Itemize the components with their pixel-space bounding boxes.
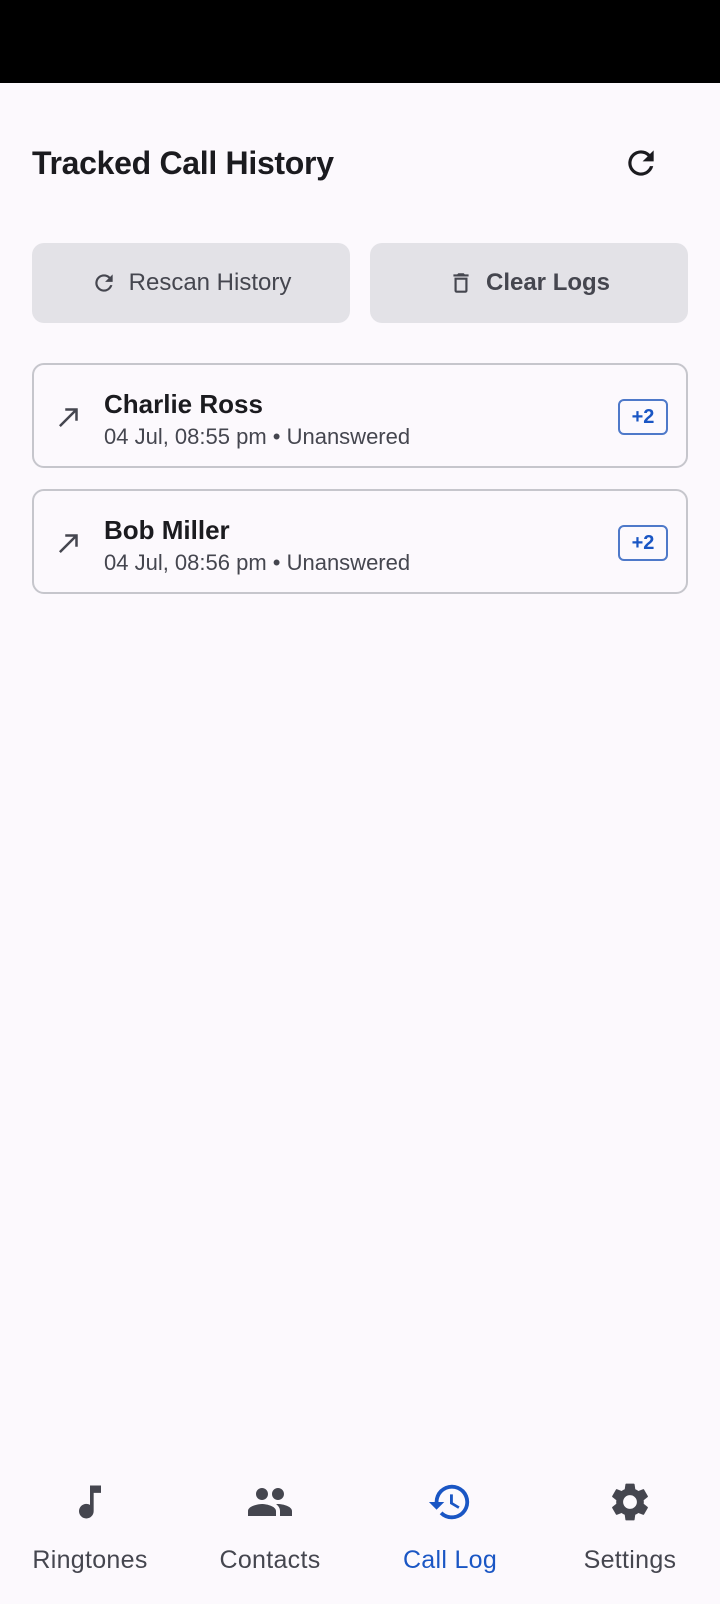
contact-name: Bob Miller bbox=[104, 515, 230, 545]
nav-label-ringtones: Ringtones bbox=[32, 1546, 148, 1574]
nav-item-call-log[interactable]: Call Log bbox=[360, 1450, 540, 1604]
clear-logs-button[interactable]: Clear Logs bbox=[370, 243, 688, 323]
call-list-item[interactable]: Bob Miller 04 Jul, 08:56 pm • Unanswered… bbox=[32, 489, 688, 594]
refresh-button[interactable] bbox=[616, 138, 666, 188]
history-icon bbox=[426, 1478, 474, 1526]
bottom-navigation: Ringtones Contacts Call Log Settings bbox=[0, 1450, 720, 1604]
page-title: Tracked Call History bbox=[32, 145, 334, 181]
contact-name: Charlie Ross bbox=[104, 389, 263, 419]
nav-item-contacts[interactable]: Contacts bbox=[180, 1450, 360, 1604]
call-list: Charlie Ross 04 Jul, 08:55 pm • Unanswer… bbox=[32, 363, 688, 615]
rescan-history-button[interactable]: Rescan History bbox=[32, 243, 350, 323]
trash-icon bbox=[453, 273, 469, 293]
call-details: 04 Jul, 08:56 pm • Unanswered bbox=[104, 550, 411, 575]
nav-item-settings[interactable]: Settings bbox=[540, 1450, 720, 1604]
nav-label-settings: Settings bbox=[583, 1546, 677, 1574]
rescan-history-label: Rescan History bbox=[128, 269, 292, 296]
call-list-item[interactable]: Charlie Ross 04 Jul, 08:55 pm • Unanswer… bbox=[32, 363, 688, 468]
attempt-count-badge: +2 bbox=[618, 399, 668, 435]
people-icon bbox=[246, 1478, 294, 1526]
refresh-icon bbox=[94, 274, 113, 292]
status-bar bbox=[0, 0, 720, 83]
gear-icon bbox=[606, 1478, 654, 1526]
call-details: 04 Jul, 08:55 pm • Unanswered bbox=[104, 424, 411, 449]
attempt-count-badge: +2 bbox=[618, 525, 668, 561]
action-buttons: Rescan History Clear Logs bbox=[32, 243, 688, 323]
nav-label-contacts: Contacts bbox=[219, 1546, 321, 1574]
outgoing-call-arrow-icon bbox=[59, 408, 78, 427]
app-header: Tracked Call History bbox=[0, 83, 720, 243]
nav-item-ringtones[interactable]: Ringtones bbox=[0, 1450, 180, 1604]
refresh-icon bbox=[628, 150, 654, 176]
nav-label-call-log: Call Log bbox=[402, 1546, 498, 1574]
outgoing-call-arrow-icon bbox=[59, 534, 78, 553]
clear-logs-label: Clear Logs bbox=[485, 269, 611, 296]
music-note-icon bbox=[66, 1478, 114, 1526]
